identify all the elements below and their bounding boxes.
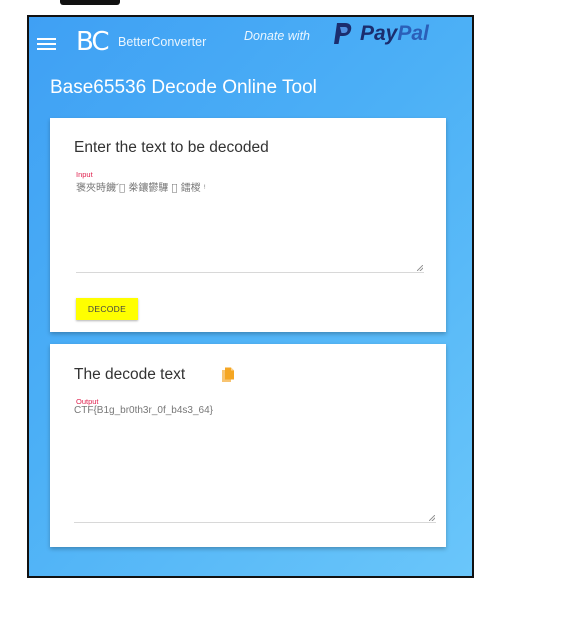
output-textarea[interactable]: CTF{B1g_br0th3r_0f_b4s3_64} (74, 405, 213, 416)
input-card: Enter the text to be decoded Input 褒夾時饑 … (50, 118, 446, 332)
output-card-title: The decode text (74, 366, 186, 383)
output-card: The decode text Output CTF{B1g_br0th3r_0… (50, 344, 446, 547)
app-window: BC BetterConverter Donate with PayPal Ba… (27, 15, 474, 578)
page-title: Base65536 Decode Online Tool (50, 77, 317, 98)
logo-mark[interactable]: BC (76, 28, 110, 56)
paypal-logo-icon[interactable] (331, 22, 353, 46)
input-card-title: Enter the text to be decoded (74, 139, 269, 156)
paypal-wordmark[interactable]: PayPal (360, 22, 429, 46)
top-edge-fragment (60, 0, 120, 5)
donate-text[interactable]: Donate with (244, 29, 310, 43)
copy-icon[interactable] (221, 367, 235, 383)
logo-text[interactable]: BetterConverter (118, 35, 206, 49)
output-underline (74, 522, 436, 523)
decode-button[interactable]: DECODE (76, 298, 138, 320)
hamburger-menu-icon[interactable] (37, 38, 56, 50)
input-underline (76, 272, 424, 273)
paypal-pal: Pal (397, 22, 429, 45)
input-textarea[interactable]: 褒夾時饑 ᷄⃞ 桊鑲鬱驆 ⎵ 鐳椶 ᵎ (76, 179, 206, 194)
input-label: Input (76, 170, 93, 179)
output-resize-handle[interactable] (429, 515, 435, 521)
paypal-pay: Pay (360, 22, 398, 45)
input-resize-handle[interactable] (417, 265, 423, 271)
